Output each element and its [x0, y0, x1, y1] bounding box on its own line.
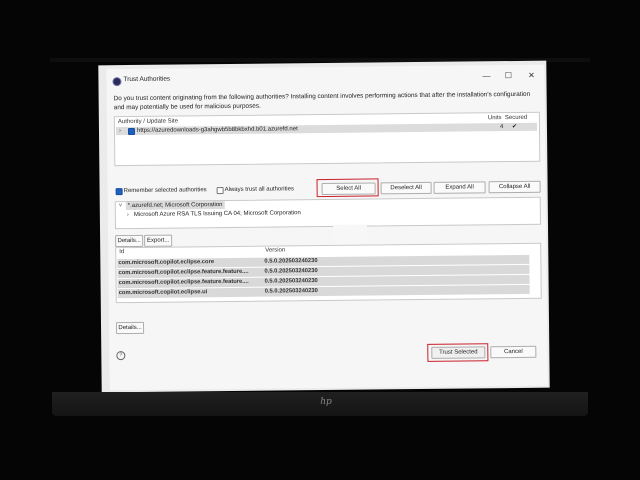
- always-trust-label: Always trust all authorities: [224, 186, 295, 194]
- expand-all-button[interactable]: Expand All: [433, 181, 486, 194]
- screen-glare-patch: [332, 224, 368, 247]
- chevron-down-icon[interactable]: ˅: [119, 202, 123, 210]
- title-bar: Trust Authorities — ☐ ✕: [106, 65, 544, 92]
- column-header-site[interactable]: Authority / Update Site: [118, 119, 178, 126]
- artifact-version: 0.5.0.202503240230: [264, 268, 318, 275]
- eclipse-app-icon: [112, 77, 122, 87]
- trust-selected-button[interactable]: Trust Selected: [431, 346, 486, 359]
- close-icon[interactable]: ✕: [525, 70, 537, 82]
- artifact-id: com.microsoft.copilot.eclipse.feature.fe…: [118, 278, 249, 287]
- trust-authorities-dialog: Trust Authorities — ☐ ✕ Do you trust con…: [106, 64, 548, 391]
- certificate-child[interactable]: Microsoft Azure RSA TLS Issuing CA 04; M…: [134, 209, 301, 219]
- authority-checkbox[interactable]: [127, 127, 136, 136]
- authority-row[interactable]: › https://azuredownloads-g3ahgwb5b8bkbxh…: [115, 122, 538, 136]
- certificate-root[interactable]: *.azurefd.net; Microsoft Corporation: [125, 201, 225, 211]
- collapse-all-button[interactable]: Collapse All: [488, 180, 541, 194]
- certificate-tree[interactable]: ˅ *.azurefd.net; Microsoft Corporation ›…: [114, 196, 541, 230]
- artifact-version: 0.5.0.202503240230: [264, 288, 318, 295]
- minimize-icon[interactable]: —: [480, 70, 492, 82]
- select-all-button[interactable]: Select All: [321, 182, 376, 196]
- secured-check-icon: ✔: [511, 123, 518, 131]
- laptop-logo: hp: [320, 397, 332, 407]
- authority-table[interactable]: Authority / Update Site Units Secured › …: [113, 111, 541, 167]
- column-header-secured[interactable]: Secured: [505, 115, 527, 121]
- certificate-details-button[interactable]: Details...: [115, 234, 144, 248]
- artifact-details-button[interactable]: Details...: [115, 321, 145, 335]
- help-icon[interactable]: ?: [116, 351, 126, 361]
- artifact-id: com.microsoft.copilot.eclipse.core: [118, 259, 215, 267]
- artifact-version: 0.5.0.202503240230: [264, 258, 318, 265]
- certificate-export-button[interactable]: Export...: [144, 234, 173, 247]
- cancel-button[interactable]: Cancel: [490, 345, 537, 359]
- maximize-icon[interactable]: ☐: [502, 70, 514, 82]
- deselect-all-button[interactable]: Deselect All: [380, 181, 432, 195]
- column-header-units[interactable]: Units: [488, 115, 502, 121]
- artifacts-table[interactable]: Id Version com.microsoft.copilot.eclipse…: [115, 242, 542, 304]
- column-header-version[interactable]: Version: [265, 247, 285, 253]
- chevron-right-icon[interactable]: ›: [119, 127, 121, 135]
- artifact-id: com.microsoft.copilot.eclipse.ui: [118, 289, 208, 297]
- remember-authorities-label: Remember selected authorities: [123, 187, 207, 195]
- column-header-id[interactable]: Id: [119, 249, 124, 255]
- remember-authorities-checkbox[interactable]: [115, 188, 123, 196]
- dialog-title: Trust Authorities: [123, 75, 171, 84]
- authority-units: 4: [499, 124, 504, 131]
- screen: Trust Authorities — ☐ ✕ Do you trust con…: [98, 60, 550, 393]
- trust-question-text: Do you trust content originating from th…: [113, 90, 531, 111]
- chevron-right-icon[interactable]: ›: [127, 211, 129, 219]
- artifact-version: 0.5.0.202503240230: [264, 278, 318, 285]
- authority-url: https://azuredownloads-g3ahgwb5b8bkbxhd.…: [136, 126, 298, 134]
- artifact-id: com.microsoft.copilot.eclipse.feature.fe…: [118, 268, 249, 277]
- always-trust-checkbox[interactable]: [216, 187, 224, 195]
